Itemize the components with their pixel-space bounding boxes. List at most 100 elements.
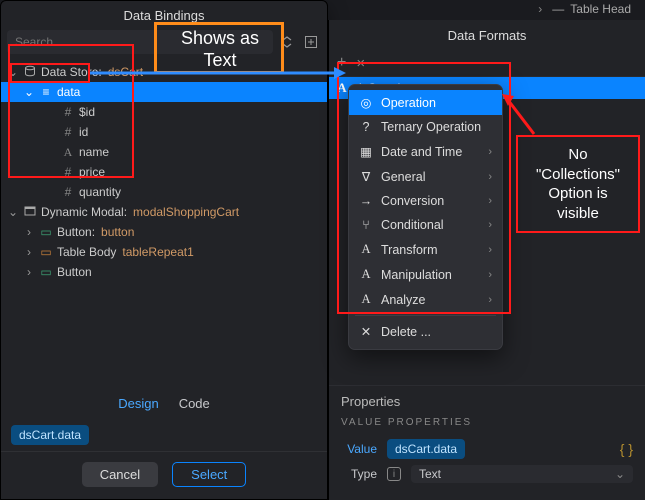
chevron-right-icon: › — [488, 195, 492, 207]
tree-field[interactable]: # quantity — [1, 182, 327, 202]
chevron-down-icon: ⌄ — [7, 65, 19, 79]
design-tab[interactable]: Design — [118, 396, 158, 411]
chevron-right-icon: › — [488, 269, 492, 281]
tree-label: Dynamic Modal: — [41, 205, 127, 219]
menu-general[interactable]: ∇ General › — [349, 164, 502, 189]
chevron-down-icon: ⌄ — [7, 205, 19, 219]
tree-item[interactable]: ›▭Button:button — [1, 222, 327, 242]
operations-menu: ◎ Operation ?Ternary Operation ▦Date and … — [348, 84, 503, 350]
menu-operation[interactable]: ◎ Operation — [349, 90, 502, 115]
menu-conditional[interactable]: ⑂ Conditional › — [349, 213, 502, 237]
filter-icon: ∇ — [359, 169, 373, 184]
menu-label: Delete ... — [381, 325, 431, 339]
menu-datetime[interactable]: ▦Date and Time› — [349, 139, 502, 164]
delete-icon: ✕ — [359, 324, 373, 339]
value-properties-title: VALUE PROPERTIES — [341, 417, 633, 428]
text-icon: A — [359, 292, 373, 307]
expression-chip[interactable]: dsCart.data — [11, 425, 89, 445]
modal-icon — [23, 205, 37, 220]
question-icon: ? — [359, 120, 373, 134]
binding-icon[interactable]: { } — [620, 441, 633, 457]
tree-label: $id — [79, 105, 95, 119]
add-format-button[interactable]: + — [337, 54, 346, 72]
database-icon — [23, 65, 37, 80]
chevron-down-icon: ⌄ — [615, 467, 625, 481]
tree-label: Button: — [57, 225, 95, 239]
data-bindings-panel: Data Bindings ⌄ Data Store: dsCart ⌄ ≡ d… — [0, 0, 328, 500]
tree-label: Table Body — [57, 245, 116, 259]
chevron-right-icon: › — [534, 2, 546, 16]
menu-separator — [355, 315, 496, 316]
tree-name: dsCart — [108, 65, 143, 79]
list-icon: ≡ — [39, 85, 53, 99]
menu-label: Operation — [381, 96, 436, 110]
menu-analyze[interactable]: A Analyze › — [349, 287, 502, 312]
tree-item[interactable]: ›▭Button — [1, 262, 327, 282]
value-label: Value — [341, 442, 377, 456]
cancel-button[interactable]: Cancel — [82, 462, 158, 487]
dialog-buttons: Cancel Select — [1, 451, 327, 499]
tree-label: Button — [57, 265, 92, 279]
chevron-right-icon: › — [488, 146, 492, 158]
tree-label: id — [79, 125, 88, 139]
chevron-right-icon: › — [23, 225, 35, 239]
expression-row: dsCart.data — [1, 419, 327, 451]
chevron-right-icon: › — [23, 245, 35, 259]
branch-icon: ⑂ — [359, 218, 373, 232]
menu-label: Conversion — [381, 194, 444, 208]
tree-data-selected[interactable]: ⌄ ≡ data — [1, 82, 327, 102]
chevron-right-icon: › — [488, 294, 492, 306]
menu-transform[interactable]: ATransform› — [349, 237, 502, 262]
background-tree-item: › — Table Head — [534, 2, 631, 16]
type-value: Text — [419, 467, 441, 481]
menu-label: Conditional — [381, 218, 444, 232]
hash-icon: # — [61, 185, 75, 199]
tree-field[interactable]: Aname — [1, 142, 327, 162]
background-item-label: Table Head — [570, 2, 631, 16]
type-select[interactable]: Text ⌄ — [411, 465, 633, 483]
tree-field[interactable]: #price — [1, 162, 327, 182]
button-icon: ▭ — [39, 225, 53, 239]
chevron-right-icon: › — [23, 265, 35, 279]
tree-modal[interactable]: ⌄ Dynamic Modal: modalShoppingCart — [1, 202, 327, 222]
info-icon[interactable]: i — [387, 467, 401, 481]
text-icon: A — [61, 145, 75, 160]
table-icon: ▭ — [39, 245, 53, 259]
calendar-icon: ▦ — [359, 144, 373, 159]
menu-delete[interactable]: ✕ Delete ... — [349, 319, 502, 344]
text-icon: A — [359, 242, 373, 257]
search-input[interactable] — [7, 30, 273, 54]
tree-label: price — [79, 165, 105, 179]
menu-ternary[interactable]: ?Ternary Operation — [349, 115, 502, 139]
target-icon: ◎ — [359, 95, 373, 110]
menu-conversion[interactable]: → Conversion › — [349, 189, 502, 213]
search-row — [1, 30, 327, 60]
format-tabs: + × — [329, 50, 645, 77]
tree-label: Data Store: — [41, 65, 102, 79]
panel-title: Data Formats — [329, 20, 645, 50]
tree-label: data — [57, 85, 80, 99]
design-code-tabs: Design Code — [1, 388, 327, 419]
add-button[interactable] — [301, 32, 321, 52]
tree-field[interactable]: #$id — [1, 102, 327, 122]
menu-label: Analyze — [381, 293, 425, 307]
bindings-tree: ⌄ Data Store: dsCart ⌄ ≡ data #$id #id A… — [1, 60, 327, 388]
close-format-button[interactable]: × — [356, 55, 365, 72]
collapse-all-button[interactable] — [277, 32, 297, 52]
tree-label: quantity — [79, 185, 121, 199]
arrow-icon: → — [359, 194, 373, 208]
select-button[interactable]: Select — [172, 462, 246, 487]
properties-title: Properties — [341, 394, 633, 409]
tree-field[interactable]: #id — [1, 122, 327, 142]
menu-label: General — [381, 170, 425, 184]
menu-manipulation[interactable]: AManipulation› — [349, 262, 502, 287]
chevron-down-icon: ⌄ — [23, 85, 35, 99]
chevron-right-icon: › — [488, 171, 492, 183]
chevron-right-icon: › — [488, 219, 492, 231]
tree-name: tableRepeat1 — [122, 245, 193, 259]
menu-label: Manipulation — [381, 268, 452, 282]
value-chip[interactable]: dsCart.data — [387, 439, 465, 459]
tree-item[interactable]: › ▭ Table Body tableRepeat1 — [1, 242, 327, 262]
code-tab[interactable]: Code — [179, 396, 210, 411]
tree-datastore[interactable]: ⌄ Data Store: dsCart — [1, 62, 327, 82]
